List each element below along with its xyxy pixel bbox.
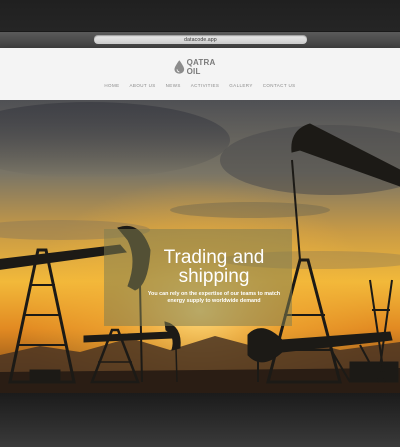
address-text: datacode.app — [184, 36, 217, 43]
nav-item-contact-us[interactable]: CONTACT US — [263, 83, 296, 91]
hero-title-line-2: shipping — [178, 266, 250, 287]
oil-drop-icon — [174, 60, 185, 74]
nav-item-gallery[interactable]: GALLERY — [229, 83, 252, 91]
hero-subtitle-line-2: energy supply to worldwide demand — [167, 298, 261, 304]
hero-title: Trading and shipping — [104, 248, 324, 286]
logo-text: QATRA OIL — [186, 58, 216, 76]
main-nav: HOME ABOUT US NEWS ACTIVITIES GALLERY CO… — [100, 83, 300, 91]
site-header: QATRA OIL HOME ABOUT US NEWS ACTIVITIES … — [0, 48, 400, 100]
nav-item-home[interactable]: HOME — [104, 83, 119, 91]
hero-banner: Trading and shipping You can rely on the… — [0, 100, 400, 393]
nav-item-activities[interactable]: ACTIVITIES — [191, 83, 220, 91]
nav-item-about-us[interactable]: ABOUT US — [130, 83, 156, 91]
hero-subtitle-line-1: You can rely on the expertise of our tea… — [147, 291, 281, 297]
website-viewport: QATRA OIL HOME ABOUT US NEWS ACTIVITIES … — [0, 48, 400, 393]
frame-bottom — [0, 393, 400, 447]
address-bar[interactable]: datacode.app — [94, 35, 307, 44]
hero-subtitle: You can rely on the expertise of our tea… — [122, 291, 306, 305]
site-logo[interactable]: QATRA OIL — [174, 58, 230, 76]
hero-title-line-1: Trading and — [163, 247, 265, 268]
nav-item-news[interactable]: NEWS — [166, 83, 181, 91]
